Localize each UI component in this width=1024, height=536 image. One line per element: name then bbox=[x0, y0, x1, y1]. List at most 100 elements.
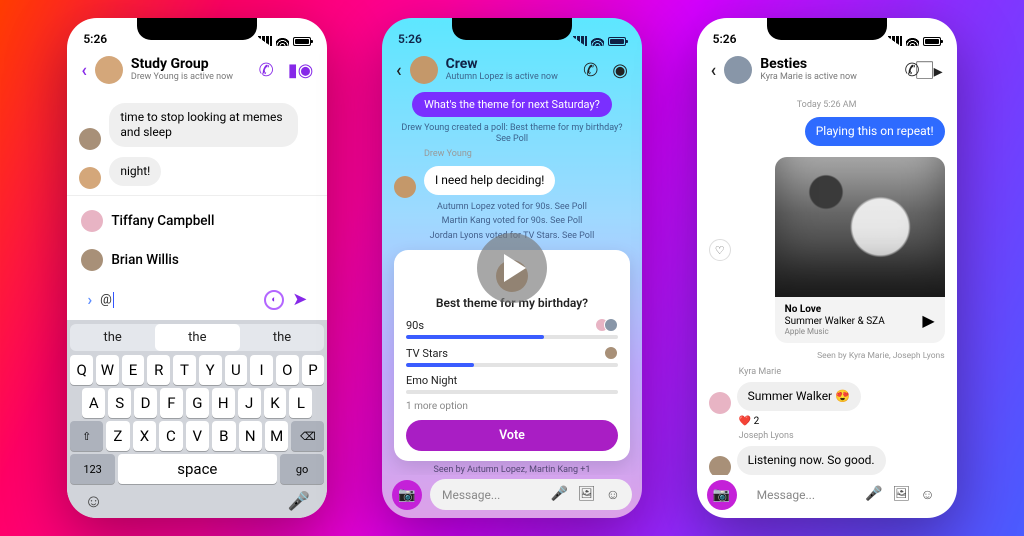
album-art bbox=[775, 157, 945, 297]
battery-icon bbox=[293, 37, 311, 46]
key-h[interactable]: h bbox=[212, 388, 235, 418]
camera-button[interactable]: 📷 bbox=[707, 480, 737, 510]
sticker-icon[interactable]: ☺ bbox=[920, 486, 934, 503]
chat-subtitle: Kyra Marie is active now bbox=[760, 73, 896, 83]
chat-title[interactable]: Crew bbox=[446, 57, 576, 72]
sender-avatar[interactable] bbox=[394, 176, 416, 198]
poll-card[interactable]: Best theme for my birthday? 90s TV Stars… bbox=[394, 250, 630, 461]
key-shift[interactable]: ⇧ bbox=[70, 421, 103, 451]
key-b[interactable]: b bbox=[212, 421, 235, 451]
message-bubble[interactable]: Listening now. So good. bbox=[737, 446, 886, 475]
key-r[interactable]: r bbox=[147, 355, 170, 385]
system-message[interactable]: Jordan Lyons voted for TV Stars. See Pol… bbox=[394, 231, 630, 242]
send-button[interactable]: ➤ bbox=[292, 289, 307, 310]
key-space[interactable]: space bbox=[118, 454, 277, 484]
system-message[interactable]: Drew Young created a poll: Best theme fo… bbox=[394, 123, 630, 145]
key-s[interactable]: s bbox=[108, 388, 131, 418]
message-bubble[interactable]: I need help deciding! bbox=[424, 166, 555, 195]
gif-button[interactable]: ◐ bbox=[264, 290, 284, 310]
music-share-card[interactable]: No LoveSummer Walker & SZAApple Music ▶ bbox=[775, 157, 945, 343]
key-u[interactable]: u bbox=[225, 355, 248, 385]
system-message[interactable]: Autumn Lopez voted for 90s. See Poll bbox=[394, 202, 630, 213]
poll-option[interactable]: 90s bbox=[406, 318, 618, 339]
key-t[interactable]: t bbox=[173, 355, 196, 385]
phone-besties: 5:26 ‹ BestiesKyra Marie is active now ✆… bbox=[697, 18, 957, 518]
key-z[interactable]: z bbox=[106, 421, 129, 451]
audio-call-icon[interactable]: ✆ bbox=[583, 60, 598, 81]
gallery-icon[interactable]: 🖼 bbox=[893, 486, 911, 503]
video-call-icon[interactable]: ◉ bbox=[612, 60, 628, 81]
key-go[interactable]: go bbox=[280, 454, 325, 484]
vote-button[interactable]: Vote bbox=[406, 420, 618, 451]
key-q[interactable]: q bbox=[70, 355, 93, 385]
message-bubble-sent[interactable]: Playing this on repeat! bbox=[805, 117, 945, 146]
poll-option[interactable]: Emo Night bbox=[406, 374, 618, 394]
question-banner[interactable]: What's the theme for next Saturday? bbox=[412, 92, 612, 117]
keyboard: the the the qwertyuiop asdfghjkl ⇧zxcvbn… bbox=[67, 320, 327, 518]
key-p[interactable]: p bbox=[302, 355, 325, 385]
react-button[interactable]: ♡ bbox=[709, 239, 731, 261]
camera-button[interactable]: 📷 bbox=[392, 480, 422, 510]
mention-suggestion[interactable]: Tiffany Campbell bbox=[79, 202, 315, 241]
back-icon[interactable]: ‹ bbox=[396, 60, 402, 81]
key-o[interactable]: o bbox=[276, 355, 299, 385]
back-icon[interactable]: ‹ bbox=[81, 60, 87, 81]
key-g[interactable]: g bbox=[186, 388, 209, 418]
suggestion[interactable]: the bbox=[155, 324, 240, 351]
poll-option-label: 90s bbox=[406, 319, 424, 332]
sender-avatar[interactable] bbox=[79, 167, 101, 189]
message-bubble[interactable]: time to stop looking at memes and sleep bbox=[109, 103, 298, 147]
key-l[interactable]: l bbox=[289, 388, 312, 418]
key-backspace[interactable]: ⌫ bbox=[291, 421, 324, 451]
key-m[interactable]: m bbox=[265, 421, 288, 451]
key-v[interactable]: v bbox=[186, 421, 209, 451]
mic-icon[interactable]: 🎤 bbox=[550, 486, 567, 503]
back-icon[interactable]: ‹ bbox=[711, 60, 717, 81]
message-input[interactable]: Message...🎤🖼☺ bbox=[430, 479, 632, 510]
system-message[interactable]: Martin Kang voted for 90s. See Poll bbox=[394, 216, 630, 227]
key-n[interactable]: n bbox=[239, 421, 262, 451]
voter-avatar bbox=[604, 318, 618, 332]
key-k[interactable]: k bbox=[264, 388, 287, 418]
video-call-icon[interactable]: ⃞▸ bbox=[934, 57, 943, 83]
sender-avatar[interactable] bbox=[79, 128, 101, 150]
chat-avatar[interactable] bbox=[410, 56, 438, 84]
poll-option[interactable]: TV Stars bbox=[406, 346, 618, 367]
video-call-icon[interactable]: ▮◉ bbox=[288, 60, 314, 81]
key-w[interactable]: w bbox=[96, 355, 119, 385]
mic-icon[interactable]: 🎤 bbox=[865, 486, 882, 503]
chat-title[interactable]: Study Group bbox=[131, 57, 251, 72]
play-icon[interactable]: ▶ bbox=[922, 311, 934, 330]
key-d[interactable]: d bbox=[134, 388, 157, 418]
key-123[interactable]: 123 bbox=[70, 454, 115, 484]
chat-avatar[interactable] bbox=[724, 56, 752, 84]
mic-key[interactable]: 🎤 bbox=[288, 491, 310, 512]
key-a[interactable]: a bbox=[82, 388, 105, 418]
emoji-key[interactable]: ☺ bbox=[84, 491, 102, 512]
key-i[interactable]: i bbox=[250, 355, 273, 385]
audio-call-icon[interactable]: ✆ bbox=[259, 60, 274, 81]
suggestion[interactable]: the bbox=[240, 324, 325, 351]
key-f[interactable]: f bbox=[160, 388, 183, 418]
message-reaction[interactable]: ❤️ 2 bbox=[739, 416, 945, 427]
chat-avatar[interactable] bbox=[95, 56, 123, 84]
gallery-icon[interactable]: 🖼 bbox=[578, 486, 596, 503]
key-y[interactable]: y bbox=[199, 355, 222, 385]
sticker-icon[interactable]: ☺ bbox=[606, 486, 620, 503]
poll-more-options[interactable]: 1 more option bbox=[406, 401, 618, 412]
sender-avatar[interactable] bbox=[709, 456, 731, 475]
sender-avatar[interactable] bbox=[709, 392, 731, 414]
expand-icon[interactable]: › bbox=[87, 290, 92, 309]
key-c[interactable]: c bbox=[159, 421, 182, 451]
suggestion[interactable]: the bbox=[70, 324, 155, 351]
message-bubble[interactable]: night! bbox=[109, 157, 161, 186]
message-input[interactable]: Message...🎤🖼☺ bbox=[745, 479, 947, 510]
message-input[interactable]: @ bbox=[100, 292, 256, 308]
key-x[interactable]: x bbox=[133, 421, 156, 451]
audio-call-icon[interactable]: ✆ bbox=[905, 57, 920, 83]
key-j[interactable]: j bbox=[238, 388, 261, 418]
mention-suggestion[interactable]: Brian Willis bbox=[79, 241, 315, 277]
chat-title[interactable]: Besties bbox=[760, 57, 896, 72]
message-bubble[interactable]: Summer Walker 😍 bbox=[737, 382, 861, 411]
key-e[interactable]: e bbox=[122, 355, 145, 385]
